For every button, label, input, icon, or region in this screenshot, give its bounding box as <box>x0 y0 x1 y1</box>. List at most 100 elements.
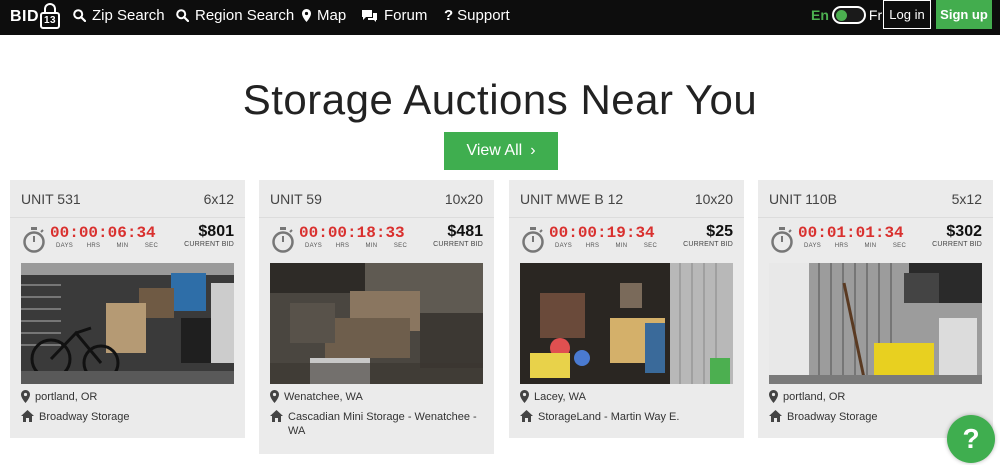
home-icon <box>21 410 34 422</box>
auction-card[interactable]: UNIT 110B 5x12 00:01:01:34 DAYS HRS MIN SEC… <box>758 180 993 438</box>
nav-region-search-label: Region Search <box>195 6 295 24</box>
nav-zip-search-label: Zip Search <box>92 6 165 24</box>
login-button[interactable]: Log in <box>883 0 931 29</box>
map-marker-icon <box>270 390 279 403</box>
city-text: portland, OR <box>783 391 846 403</box>
nav-map[interactable]: Map <box>302 0 346 30</box>
nav-forum[interactable]: Forum <box>361 0 427 30</box>
card-location: Wenatchee, WA Cascadian Mini Storage - W… <box>259 384 494 452</box>
current-bid: $801 CURRENT BID <box>184 223 234 248</box>
stopwatch-icon <box>771 227 793 253</box>
lang-fr[interactable]: Fr <box>869 7 882 23</box>
home-icon <box>270 410 283 422</box>
unit-photo[interactable] <box>270 263 483 384</box>
auction-card[interactable]: UNIT 59 10x20 00:00:18:33 DAYS HRS MIN SEC … <box>259 180 494 454</box>
map-marker-icon <box>302 8 311 22</box>
unit-name: UNIT 531 <box>21 190 81 207</box>
view-all-button[interactable]: View All › <box>444 132 558 170</box>
search-icon <box>176 8 189 22</box>
stopwatch-icon <box>23 227 45 253</box>
chevron-right-icon: › <box>530 142 536 159</box>
card-header: UNIT 110B 5x12 <box>758 180 993 218</box>
facility-text: Cascadian Mini Storage - Wenatchee - WA <box>288 411 477 437</box>
city-line: portland, OR <box>21 390 234 404</box>
unit-size: 6x12 <box>203 190 234 207</box>
unit-photo[interactable] <box>520 263 733 384</box>
nav-zip-search[interactable]: Zip Search <box>73 0 165 30</box>
home-icon <box>520 410 533 422</box>
nav-support-label: Support <box>457 6 510 24</box>
map-marker-icon <box>21 390 30 403</box>
countdown-digits: 00:00:06:34 <box>50 224 156 242</box>
bid-label: CURRENT BID <box>932 241 982 248</box>
bid-amount: $481 <box>447 223 483 240</box>
countdown-units: DAYS HRS MIN SEC <box>803 243 907 249</box>
current-bid: $481 CURRENT BID <box>433 223 483 248</box>
language-toggle[interactable] <box>831 6 866 24</box>
city-text: portland, OR <box>35 391 98 403</box>
city-line: portland, OR <box>769 390 982 404</box>
facility-text: StorageLand - Martin Way E. <box>538 411 680 423</box>
countdown-row: 00:00:06:34 DAYS HRS MIN SEC $801 CURRENT B… <box>10 218 245 263</box>
search-icon <box>73 8 86 22</box>
home-icon <box>769 410 782 422</box>
unit-size: 10x20 <box>444 190 483 207</box>
view-all-label: View All <box>466 142 523 159</box>
unit-name: UNIT 59 <box>270 190 322 207</box>
facility-line[interactable]: Cascadian Mini Storage - Wenatchee - WA <box>270 410 483 438</box>
nav-support[interactable]: ? Support <box>444 0 510 30</box>
city-text: Lacey, WA <box>534 391 586 403</box>
page-title: Storage Auctions Near You <box>242 76 758 123</box>
city-line: Wenatchee, WA <box>270 390 483 404</box>
countdown-units: DAYS HRS MIN SEC <box>554 243 658 249</box>
facility-line[interactable]: Broadway Storage <box>769 410 982 424</box>
chat-bubbles-icon <box>362 9 377 22</box>
bid-amount: $801 <box>198 223 234 240</box>
unit-size: 5x12 <box>951 190 982 207</box>
city-text: Wenatchee, WA <box>284 391 363 403</box>
countdown-digits: 00:00:18:33 <box>299 224 405 242</box>
nav-region-search[interactable]: Region Search <box>176 0 294 30</box>
nav-map-label: Map <box>317 6 347 24</box>
bid-label: CURRENT BID <box>433 241 483 248</box>
card-location: Lacey, WA StorageLand - Martin Way E. <box>509 384 744 438</box>
countdown-row: 00:00:19:34 DAYS HRS MIN SEC $25 CURRENT BI… <box>509 218 744 263</box>
auction-card[interactable]: UNIT MWE B 12 10x20 00:00:19:34 DAYS HRS M… <box>509 180 744 438</box>
unit-name: UNIT MWE B 12 <box>520 190 624 207</box>
unit-name: UNIT 110B <box>769 190 837 207</box>
help-button[interactable]: ? <box>947 415 995 463</box>
city-line: Lacey, WA <box>520 390 733 404</box>
countdown-row: 00:01:01:34 DAYS HRS MIN SEC $302 CURRENT B… <box>758 218 993 263</box>
unit-photo[interactable] <box>769 263 982 384</box>
question-icon: ? <box>444 6 454 24</box>
current-bid: $302 CURRENT BID <box>932 223 982 248</box>
signup-button[interactable]: Sign up <box>936 0 992 29</box>
facility-text: Broadway Storage <box>39 411 130 423</box>
countdown-row: 00:00:18:33 DAYS HRS MIN SEC $481 CURRENT B… <box>259 218 494 263</box>
current-bid: $25 CURRENT BID <box>683 223 733 248</box>
logo-text: BID <box>10 8 40 25</box>
nav-forum-label: Forum <box>384 6 428 24</box>
countdown-digits: 00:00:19:34 <box>549 224 655 242</box>
stopwatch-icon <box>272 227 294 253</box>
stopwatch-icon <box>522 227 544 253</box>
facility-line[interactable]: Broadway Storage <box>21 410 234 424</box>
bid-label: CURRENT BID <box>683 241 733 248</box>
card-location: portland, OR Broadway Storage <box>10 384 245 438</box>
top-nav-bar: BID 13 Zip Search Region Search Map Foru… <box>0 0 1000 35</box>
toggle-knob <box>835 10 847 21</box>
unit-photo[interactable] <box>21 263 234 384</box>
map-marker-icon <box>769 390 778 403</box>
unit-size: 10x20 <box>694 190 733 207</box>
language-switch[interactable]: En Fr <box>811 5 882 25</box>
card-header: UNIT MWE B 12 10x20 <box>509 180 744 218</box>
bid13-logo[interactable]: BID 13 <box>10 2 61 32</box>
facility-line[interactable]: StorageLand - Martin Way E. <box>520 410 733 424</box>
lang-en[interactable]: En <box>811 7 829 23</box>
bid-amount: $302 <box>946 223 982 240</box>
countdown-units: DAYS HRS MIN SEC <box>55 243 159 249</box>
auction-card[interactable]: UNIT 531 6x12 00:00:06:34 DAYS HRS MIN SEC … <box>10 180 245 438</box>
countdown-units: DAYS HRS MIN SEC <box>304 243 408 249</box>
facility-text: Broadway Storage <box>787 411 878 423</box>
bid-amount: $25 <box>706 223 733 240</box>
